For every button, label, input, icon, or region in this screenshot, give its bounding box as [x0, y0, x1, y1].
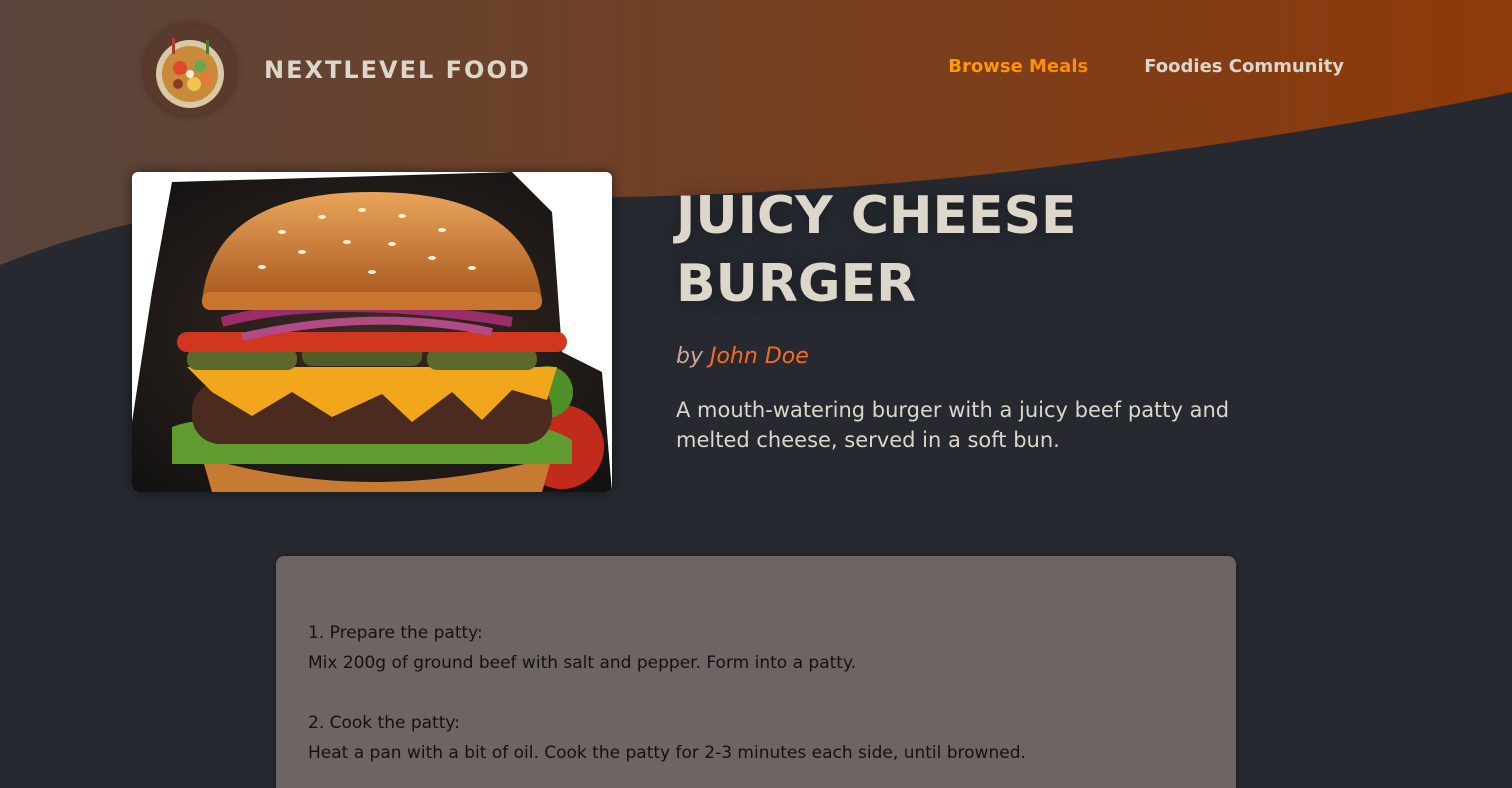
- meal-image: [132, 172, 612, 492]
- meal-creator: by John Doe: [676, 344, 1316, 369]
- creator-prefix: by: [676, 344, 703, 369]
- main-header: NextLevel Food Browse Meals Foodies Comm…: [0, 0, 1512, 136]
- step-body: Mix 200g of ground beef with salt and pe…: [308, 653, 856, 673]
- step-body: Heat a pan with a bit of oil. Cook the p…: [308, 743, 1026, 763]
- nav-browse-meals[interactable]: Browse Meals: [948, 56, 1088, 77]
- burger-image-illustration: [132, 172, 612, 492]
- home-logo-link[interactable]: NextLevel Food: [144, 24, 531, 116]
- nav-foodies-community[interactable]: Foodies Community: [1144, 56, 1344, 77]
- meal-instructions: 1. Prepare the patty: Mix 200g of ground…: [276, 556, 1236, 788]
- instruction-step: 1. Prepare the patty: Mix 200g of ground…: [308, 618, 1204, 678]
- main-nav: Browse Meals Foodies Community: [948, 56, 1344, 77]
- meal-header-text: Juicy Cheese Burger by John Doe A mouth-…: [676, 182, 1316, 455]
- meal-title: Juicy Cheese Burger: [676, 186, 1077, 314]
- brand-name: NextLevel Food: [264, 56, 531, 84]
- instruction-step: 2. Cook the patty: Heat a pan with a bit…: [308, 708, 1204, 768]
- logo-image: [144, 24, 236, 116]
- food-plate-icon: [156, 38, 224, 108]
- meal-details-page: NextLevel Food Browse Meals Foodies Comm…: [0, 0, 1512, 788]
- step-heading: 1. Prepare the patty:: [308, 623, 483, 643]
- creator-email-link[interactable]: John Doe: [710, 344, 809, 369]
- meal-summary: A mouth-watering burger with a juicy bee…: [676, 398, 1230, 452]
- step-heading: 2. Cook the patty:: [308, 713, 460, 733]
